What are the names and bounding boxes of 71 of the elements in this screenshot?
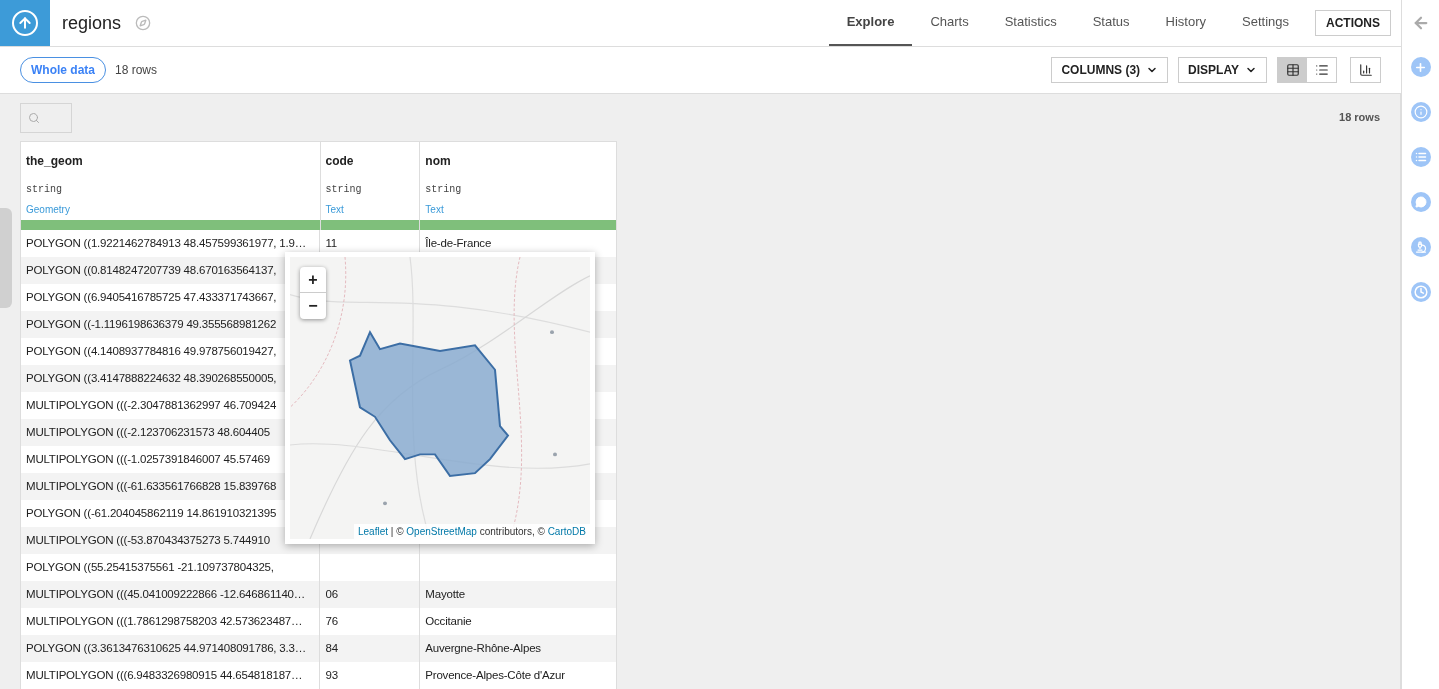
column-name: the_geom	[25, 153, 84, 170]
column-type: string	[424, 183, 463, 197]
table-cell-text: 06	[325, 586, 338, 602]
table-cell-text: Provence-Alpes-Côte d'Azur	[425, 667, 565, 683]
actions-button[interactable]: ACTIONS	[1315, 10, 1391, 36]
table-cell-text: Occitanie	[425, 613, 472, 629]
attribution-link[interactable]: CartoDB	[547, 526, 586, 537]
table-cell-text: POLYGON ((3.4147888224632 48.390268550005,	[26, 370, 277, 386]
table-cell-text: MULTIPOLYGON (((-53.870434375273 5.744910	[26, 532, 270, 548]
table-cell-text: POLYGON ((0.8148247207739 48.670163564137,	[26, 262, 277, 278]
clock-icon[interactable]	[1410, 282, 1431, 302]
zoom-out-button[interactable]: −	[300, 293, 326, 319]
table-cell-text: MULTIPOLYGON (((6.9483326980915 44.654818187…	[26, 667, 303, 683]
table-cell-text: MULTIPOLYGON (((1.7861298758203 42.573623487…	[26, 613, 303, 629]
bar-chart-icon	[1358, 63, 1373, 77]
row-count: 18 rows	[1339, 110, 1380, 126]
attribution-link[interactable]: OpenStreetMap	[406, 526, 477, 537]
table-cell-text: POLYGON ((-1.1196198636379 49.355568981262	[26, 316, 277, 332]
info-icon[interactable]	[1410, 102, 1431, 122]
nav-tab[interactable]: Settings	[1224, 0, 1307, 46]
table-cell-text: 11	[325, 235, 338, 251]
view-toggle[interactable]	[1278, 58, 1307, 82]
list-icon	[1314, 63, 1329, 77]
add-icon[interactable]	[1410, 57, 1431, 77]
chart-button[interactable]	[1350, 57, 1381, 83]
table-cell-text: POLYGON ((4.1408937784816 49.978756019427,	[26, 343, 277, 359]
column-header[interactable]: the_geom string Geometry	[21, 142, 321, 230]
table-cell-text: 84	[325, 640, 338, 656]
column-header[interactable]: nom string Text	[420, 142, 617, 230]
table-cell-text: POLYGON ((3.3613476310625 44.971408091786, 3.3…	[26, 640, 307, 656]
column-name: nom	[424, 153, 452, 170]
table-cell-text: Île-de-France	[425, 235, 492, 251]
list-icon[interactable]	[1410, 147, 1431, 167]
display-dropdown[interactable]: DISPLAY	[1178, 57, 1267, 83]
nav-tab[interactable]: Explore	[828, 0, 913, 46]
zoom-in-button[interactable]: +	[300, 267, 326, 293]
microscope-icon[interactable]	[1410, 237, 1431, 257]
row-count: 18 rows	[115, 62, 158, 79]
table-icon	[1285, 63, 1300, 77]
nav-tab[interactable]: Charts	[912, 0, 987, 46]
table-cell-text: 76	[325, 613, 338, 629]
nav-tab[interactable]: Statistics	[986, 0, 1075, 46]
nav-tab[interactable]: History	[1147, 0, 1224, 46]
compass-icon[interactable]	[135, 15, 152, 31]
table-cell-text: Auvergne-Rhône-Alpes	[425, 640, 541, 656]
table-cell-text: Mayotte	[425, 586, 465, 602]
attribution-text: contributors, ©	[478, 526, 546, 537]
table-cell-text: MULTIPOLYGON (((45.041009222866 -12.646861140…	[26, 586, 306, 602]
columns-dropdown[interactable]: COLUMNS (3)	[1051, 57, 1169, 83]
column-type: string	[25, 183, 63, 197]
attribution-link[interactable]: Leaflet	[357, 526, 388, 537]
search-icon	[28, 111, 40, 124]
chat-icon[interactable]	[1410, 192, 1431, 212]
table-cell-text: MULTIPOLYGON (((-61.633561766828 15.839768	[26, 478, 277, 494]
attribution-text: | ©	[389, 526, 405, 537]
column-type: string	[324, 183, 363, 197]
column-header[interactable]: code string Text	[320, 142, 421, 230]
side-handle[interactable]	[0, 208, 12, 308]
table-cell-text: 93	[325, 667, 338, 683]
table-cell-text: POLYGON ((55.25415375561 -21.109737804325,	[26, 559, 274, 575]
column-name: code	[324, 153, 355, 170]
search-field[interactable]	[20, 102, 72, 133]
table-cell-text: MULTIPOLYGON (((-2.3047881362997 46.709424	[26, 397, 277, 413]
table-cell-text: MULTIPOLYGON (((-2.123706231573 48.604405	[26, 424, 270, 440]
table-cell-text: POLYGON ((1.9221462784913 48.457599361977, 1.9…	[26, 235, 307, 251]
table-cell-text: POLYGON ((-61.204045862119 14.861910321395	[26, 505, 277, 521]
table-cell-text: POLYGON ((6.9405416785725 47.433371743667,	[26, 289, 277, 305]
app-logo[interactable]	[0, 0, 50, 46]
table-cell-text: MULTIPOLYGON (((-1.0257391846007 45.57469	[26, 451, 270, 467]
dataset-title: regions	[62, 11, 122, 35]
nav-tab[interactable]: Status	[1074, 0, 1148, 46]
